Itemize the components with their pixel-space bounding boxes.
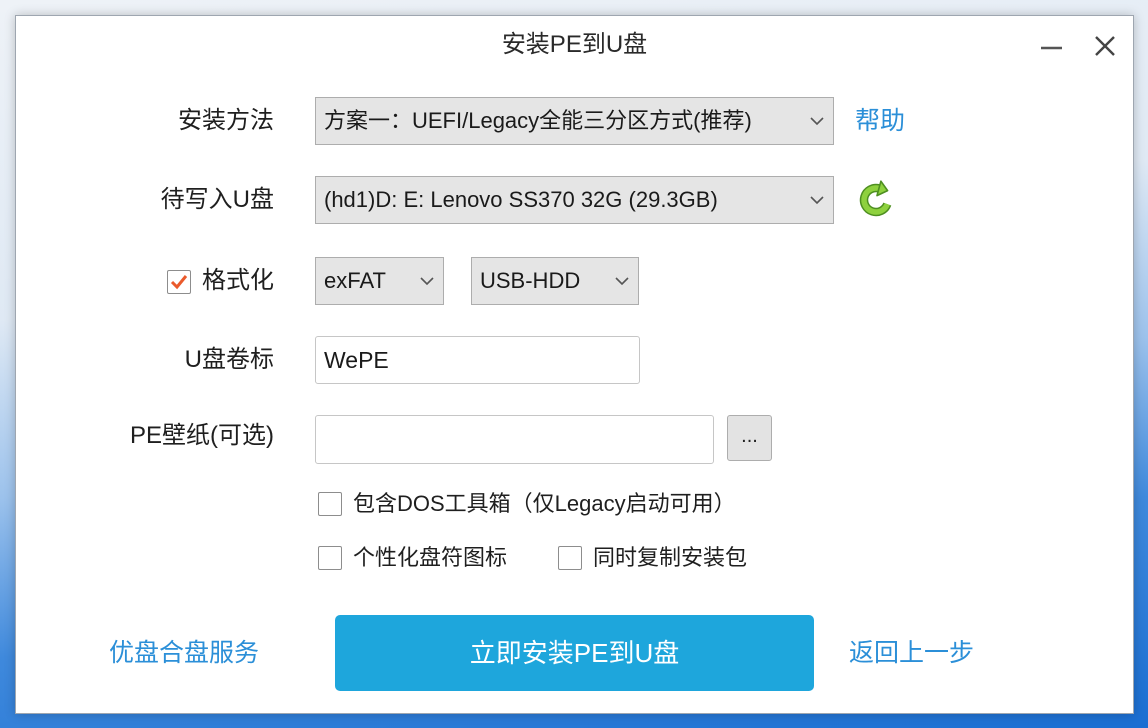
- copy-package-checkbox[interactable]: [558, 546, 582, 570]
- install-method-label: 安装方法: [178, 107, 274, 134]
- wallpaper-label: PE壁纸(可选): [130, 422, 274, 449]
- chevron-down-icon: [615, 277, 629, 286]
- target-disk-select[interactable]: (hd1)D: E: Lenovo SS370 32G (29.3GB): [315, 176, 834, 224]
- filesystem-select[interactable]: exFAT: [315, 257, 444, 305]
- refresh-icon: [859, 180, 892, 217]
- custom-drive-icon-label[interactable]: 个性化盘符图标: [353, 546, 507, 570]
- wallpaper-input[interactable]: [315, 415, 714, 464]
- dos-toolbox-label[interactable]: 包含DOS工具箱（仅Legacy启动可用）: [353, 492, 736, 516]
- help-link[interactable]: 帮助: [855, 97, 905, 145]
- chevron-down-icon: [810, 117, 824, 126]
- dos-toolbox-checkbox[interactable]: [318, 492, 342, 516]
- custom-drive-icon-checkbox[interactable]: [318, 546, 342, 570]
- format-label[interactable]: 格式化: [202, 257, 274, 305]
- install-pe-dialog: 安装PE到U盘 安装方法 方案一：UEFI/Legacy全能三分区方式(推荐) …: [15, 15, 1134, 714]
- chevron-down-icon: [420, 277, 434, 286]
- target-disk-label: 待写入U盘: [160, 186, 274, 213]
- minimize-button[interactable]: [1036, 31, 1066, 61]
- volume-label-label: U盘卷标: [184, 346, 274, 373]
- window-title: 安装PE到U盘: [501, 31, 648, 58]
- install-method-select[interactable]: 方案一：UEFI/Legacy全能三分区方式(推荐): [315, 97, 834, 145]
- refresh-button[interactable]: [856, 179, 896, 219]
- minimize-icon: [1041, 46, 1062, 50]
- boot-mode-select[interactable]: USB-HDD: [471, 257, 639, 305]
- browse-button[interactable]: ...: [727, 415, 772, 461]
- format-checkbox[interactable]: [167, 270, 191, 294]
- close-icon: [1095, 36, 1115, 56]
- install-method-value: 方案一：UEFI/Legacy全能三分区方式(推荐): [324, 108, 752, 133]
- back-link[interactable]: 返回上一步: [849, 615, 974, 691]
- target-disk-value: (hd1)D: E: Lenovo SS370 32G (29.3GB): [324, 187, 718, 212]
- install-now-button[interactable]: 立即安装PE到U盘: [335, 615, 814, 691]
- merge-disk-service-link[interactable]: 优盘合盘服务: [109, 615, 259, 691]
- copy-package-label[interactable]: 同时复制安装包: [593, 546, 747, 570]
- volume-label-input[interactable]: [315, 336, 640, 384]
- close-button[interactable]: [1090, 31, 1120, 61]
- chevron-down-icon: [810, 196, 824, 205]
- checkmark-icon: [170, 275, 188, 290]
